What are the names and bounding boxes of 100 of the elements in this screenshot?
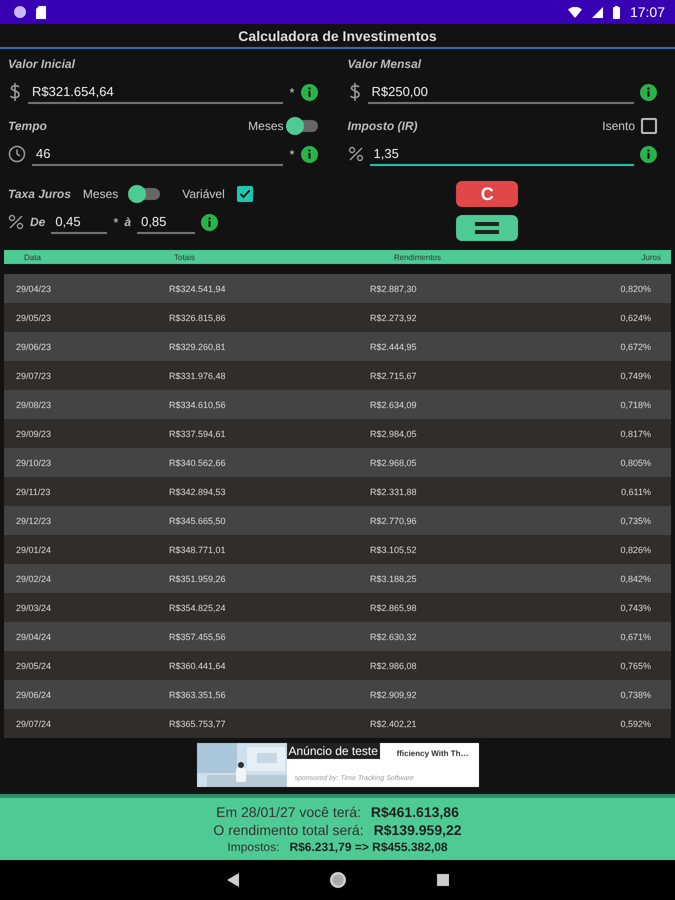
- checkbox[interactable]: [236, 186, 253, 202]
- table-cell-text: R$2.986,08: [370, 660, 418, 670]
- table-cell-text: R$340.562,66: [169, 458, 227, 468]
- table-cell-text: 0,817%: [619, 428, 652, 438]
- table-cell-text: 29/07/24: [15, 718, 52, 728]
- table-cell-text: 0,672%: [619, 342, 652, 352]
- table-cell-text: R$3.105,52: [370, 544, 418, 554]
- required-mark: *: [289, 146, 294, 162]
- table-cell-text: R$2.984,05: [370, 428, 418, 438]
- table-cell-text: 0,765%: [619, 660, 652, 670]
- input-field[interactable]: 1,35: [370, 142, 634, 166]
- table-cell-text: 29/07/23: [15, 370, 52, 380]
- table-cell-text: 0,842%: [619, 574, 652, 584]
- table-cell-text: R$3.188,25: [370, 574, 418, 584]
- table-cell-text: R$2.968,05: [370, 458, 418, 468]
- table-cell-text: 0,624%: [619, 312, 652, 322]
- table-cell-text: 29/05/24: [15, 660, 52, 670]
- signal-icon: [592, 6, 603, 18]
- table-cell-text: 29/03/24: [15, 602, 52, 612]
- column-header: Data: [23, 252, 42, 262]
- input-field[interactable]: 46: [32, 142, 284, 166]
- table-cell-text: 29/05/23: [15, 312, 52, 322]
- percent-icon: [348, 146, 364, 162]
- table-cell-text: R$357.455,56: [169, 632, 227, 642]
- toggle-switch[interactable]: [130, 188, 160, 200]
- back-icon[interactable]: [226, 873, 238, 887]
- table-cell-text: R$351.959,26: [169, 574, 227, 584]
- dollar-icon: [8, 82, 22, 102]
- switch-label: Meses: [82, 187, 118, 201]
- info-icon[interactable]: [201, 214, 218, 230]
- info-icon[interactable]: [640, 146, 657, 162]
- required-mark: *: [289, 84, 294, 100]
- info-icon[interactable]: [640, 84, 657, 100]
- table-cell-text: 29/08/23: [15, 400, 52, 410]
- column-header: Totais: [173, 252, 196, 262]
- checkbox[interactable]: [641, 118, 657, 134]
- column-header: Juros: [640, 252, 662, 262]
- table-cell-text: R$2.634,09: [370, 400, 418, 410]
- table-cell-text: R$345.665,50: [169, 516, 227, 526]
- table-cell-text: 29/01/24: [15, 544, 52, 554]
- circle-icon: [14, 6, 26, 18]
- input-field[interactable]: 0,85: [137, 210, 196, 234]
- table-cell-text: 0,805%: [619, 458, 652, 468]
- table-cell-text: R$2.887,30: [370, 284, 418, 294]
- table-cell-text: R$365.753,77: [169, 718, 227, 728]
- input-field[interactable]: 0,45: [51, 210, 108, 234]
- table-cell-text: R$363.351,56: [169, 690, 227, 700]
- table-cell-text: R$2.331,88: [370, 486, 418, 496]
- field-label: à: [124, 215, 132, 229]
- table-cell-text: 0,611%: [620, 486, 652, 496]
- table-cell-text: 29/12/23: [15, 516, 52, 526]
- wifi-icon: [568, 6, 582, 18]
- dollar-icon: [348, 82, 362, 102]
- table-cell-text: 0,735%: [619, 516, 652, 526]
- field-label: Tempo: [8, 119, 47, 133]
- table-cell-text: 29/06/23: [15, 342, 52, 352]
- home-icon[interactable]: [328, 871, 346, 889]
- table-cell-text: 29/11/23: [15, 486, 52, 496]
- calculate-button[interactable]: [456, 215, 518, 241]
- info-icon[interactable]: [300, 146, 318, 162]
- table-cell-text: 0,749%: [619, 370, 652, 380]
- field-label: Imposto (IR): [348, 119, 418, 133]
- clock-icon: [8, 145, 26, 163]
- table-cell-text: R$2.273,92: [370, 312, 418, 322]
- field-label: Valor Mensal: [348, 57, 422, 71]
- status-time: 17:07: [630, 4, 665, 20]
- field-label: Taxa Juros: [8, 187, 71, 201]
- summary-value: R$6.231,79 => R$455.382,08: [289, 840, 448, 854]
- table-cell-text: R$2.402,21: [370, 718, 418, 728]
- table-cell-text: 29/04/24: [15, 632, 52, 642]
- battery-icon: [612, 6, 620, 18]
- field-label: De: [30, 215, 46, 229]
- table-cell-text: R$2.715,67: [370, 370, 418, 380]
- recents-icon[interactable]: [436, 874, 448, 886]
- switch-label: Meses: [248, 119, 284, 133]
- table-cell-text: 29/06/24: [15, 690, 52, 700]
- info-icon[interactable]: [300, 84, 318, 100]
- table-cell-text: 0,820%: [619, 284, 652, 294]
- table-cell-text: R$360.441,64: [169, 660, 227, 670]
- table-cell-text: 29/10/23: [15, 458, 52, 468]
- equals-icon: [475, 221, 500, 235]
- input-field[interactable]: R$321.654,64: [28, 80, 284, 104]
- table-cell-text: R$326.815,86: [169, 312, 227, 322]
- table-cell-text: 29/04/23: [15, 284, 52, 294]
- input-field[interactable]: R$250,00: [368, 80, 634, 104]
- toggle-switch[interactable]: [288, 120, 318, 132]
- table-cell-text: R$337.594,61: [169, 428, 227, 438]
- table-cell-text: R$2.909,92: [370, 690, 418, 700]
- table-cell-text: R$2.630,32: [370, 632, 418, 642]
- table-cell-text: 0,718%: [619, 400, 652, 410]
- clear-button[interactable]: C: [456, 181, 518, 207]
- table-cell-text: R$2.444,95: [370, 342, 418, 352]
- table-cell-text: 0,743%: [619, 602, 652, 612]
- ad-label: Anúncio de teste: [286, 743, 380, 759]
- table-cell-text: R$342.894,53: [169, 486, 227, 496]
- table-cell-text: R$354.825,24: [169, 602, 227, 612]
- summary-label: Impostos:: [227, 840, 280, 854]
- table-cell-text: 0,592%: [619, 718, 652, 728]
- app-title: Calculadora de Investimentos: [0, 24, 675, 49]
- ad-headline: fficiency With Th…: [396, 749, 468, 758]
